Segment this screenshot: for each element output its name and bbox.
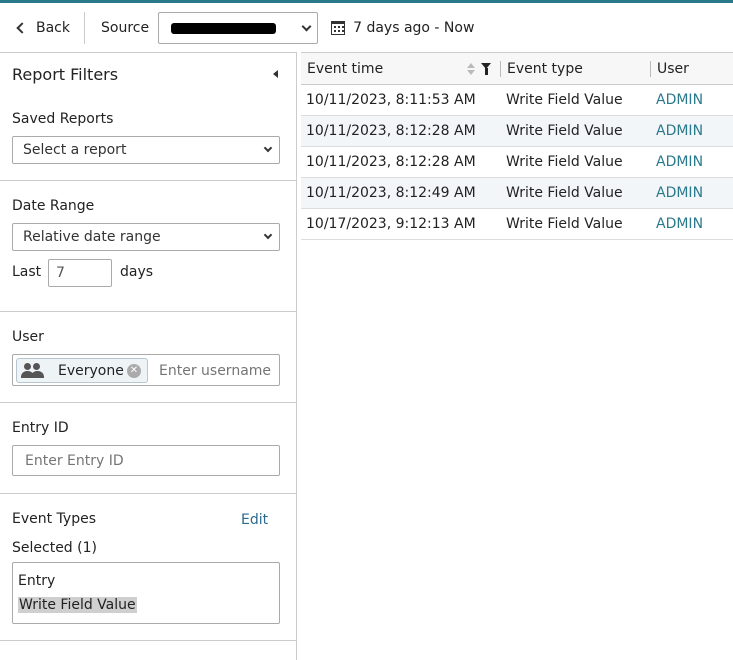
user-link[interactable]: ADMIN — [656, 116, 703, 146]
user-link[interactable]: ADMIN — [656, 209, 703, 239]
event-type-cell: Write Field Value — [506, 123, 623, 139]
column-divider[interactable] — [500, 61, 501, 77]
report-filters-panel: Report Filters Saved Reports Select a re… — [0, 52, 297, 660]
last-label: Last — [12, 264, 42, 280]
column-divider[interactable] — [650, 61, 651, 77]
edit-event-types-link[interactable]: Edit — [241, 512, 268, 528]
source-select[interactable] — [158, 11, 319, 44]
saved-reports-value: Select a report — [23, 142, 127, 158]
redacted-source-name — [171, 22, 277, 34]
date-range-select[interactable]: Relative date range — [12, 223, 280, 251]
event-type-item: Write Field Value — [18, 597, 137, 613]
back-button[interactable]: Back — [0, 12, 84, 44]
event-group-label: Entry — [18, 573, 56, 589]
section-divider — [0, 402, 296, 403]
toolbar-divider — [84, 11, 85, 44]
filter-icon[interactable] — [481, 63, 492, 76]
date-range-button[interactable]: 7 days ago - Now — [331, 20, 474, 36]
user-link[interactable]: ADMIN — [656, 85, 703, 115]
remove-chip-icon[interactable]: ✕ — [127, 364, 141, 378]
selected-count: Selected (1) — [12, 540, 97, 556]
event-time-cell: 10/11/2023, 8:12:28 AM — [306, 123, 476, 139]
table-header: Event time Event type User — [301, 52, 733, 85]
days-label: days — [120, 264, 154, 280]
user-filter-field[interactable]: Everyone ✕ — [12, 354, 280, 386]
event-time-cell: 10/17/2023, 9:12:13 AM — [306, 216, 476, 232]
event-type-cell: Write Field Value — [506, 154, 623, 170]
column-header-event-time[interactable]: Event time — [307, 53, 383, 85]
event-types-list: Entry Write Field Value — [12, 562, 280, 624]
entry-id-input[interactable] — [12, 445, 280, 476]
table-row[interactable]: 10/11/2023, 8:12:28 AM Write Field Value… — [301, 147, 733, 178]
chevron-down-icon — [301, 21, 312, 31]
column-header-user[interactable]: User — [657, 53, 689, 85]
table-row[interactable]: 10/11/2023, 8:12:28 AM Write Field Value… — [301, 116, 733, 147]
table-row[interactable]: 10/11/2023, 8:11:53 AM Write Field Value… — [301, 85, 733, 116]
calendar-icon — [331, 20, 346, 35]
event-time-cell: 10/11/2023, 8:12:28 AM — [306, 154, 476, 170]
user-chip-everyone: Everyone ✕ — [16, 358, 148, 383]
people-icon — [21, 362, 45, 379]
event-time-cell: 10/11/2023, 8:11:53 AM — [306, 92, 476, 108]
date-range-value: Relative date range — [23, 229, 161, 245]
chevron-left-icon — [16, 21, 28, 34]
saved-reports-select[interactable]: Select a report — [12, 136, 280, 164]
date-range-section-label: Date Range — [12, 198, 95, 214]
username-input[interactable] — [159, 361, 277, 381]
table-row[interactable]: 10/11/2023, 8:12:49 AM Write Field Value… — [301, 178, 733, 209]
events-table: Event time Event type User 10/11/2023, 8… — [301, 52, 733, 240]
event-type-cell: Write Field Value — [506, 92, 623, 108]
saved-reports-label: Saved Reports — [12, 111, 114, 127]
collapse-panel-icon[interactable] — [273, 70, 278, 78]
chevron-down-icon — [263, 230, 273, 240]
section-divider — [0, 180, 296, 181]
event-type-cell: Write Field Value — [506, 185, 623, 201]
entry-id-label: Entry ID — [12, 420, 69, 436]
toolbar: Back Source 7 days ago - Now — [0, 3, 733, 52]
column-header-event-type[interactable]: Event type — [507, 53, 583, 85]
date-range-label: 7 days ago - Now — [353, 19, 475, 36]
user-link[interactable]: ADMIN — [656, 178, 703, 208]
chevron-down-icon — [263, 143, 273, 153]
event-types-label: Event Types — [12, 511, 97, 527]
source-label: Source — [101, 19, 150, 36]
days-count-input[interactable] — [48, 259, 112, 287]
event-type-cell: Write Field Value — [506, 216, 623, 232]
section-divider — [0, 640, 296, 641]
event-time-cell: 10/11/2023, 8:12:49 AM — [306, 185, 476, 201]
back-label: Back — [36, 19, 70, 36]
section-divider — [0, 493, 296, 494]
section-divider — [0, 311, 296, 312]
user-section-label: User — [12, 329, 44, 345]
panel-title: Report Filters — [12, 65, 119, 84]
user-chip-label: Everyone — [58, 362, 124, 379]
user-link[interactable]: ADMIN — [656, 147, 703, 177]
sort-icon[interactable] — [467, 63, 475, 76]
table-row[interactable]: 10/17/2023, 9:12:13 AM Write Field Value… — [301, 209, 733, 240]
